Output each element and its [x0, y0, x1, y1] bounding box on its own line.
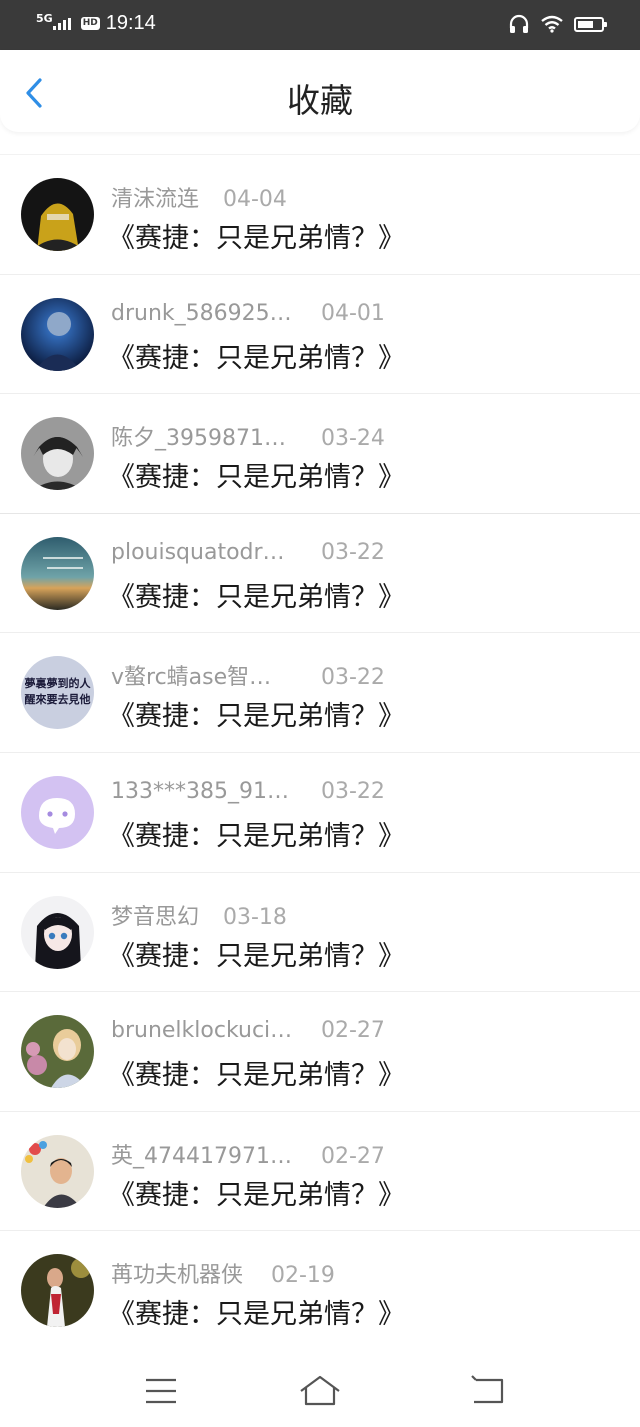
- avatar[interactable]: [21, 895, 94, 969]
- menu-button[interactable]: [139, 1374, 183, 1408]
- favorites-list: 清沫流连 04-04 《赛捷：只是兄弟情？》 drunk_586925… 04-…: [0, 154, 640, 1350]
- post-title[interactable]: 《赛捷：只是兄弟情？》: [108, 1053, 405, 1092]
- list-item[interactable]: drunk_586925… 04-01 《赛捷：只是兄弟情？》: [0, 273, 640, 394]
- status-bar-left: 5G HD 19:14: [36, 12, 156, 35]
- post-title[interactable]: 《赛捷：只是兄弟情？》: [108, 1292, 405, 1331]
- username: brunelklockuci…: [111, 1018, 293, 1044]
- date: 03-24: [321, 426, 385, 452]
- date: 03-22: [321, 665, 385, 691]
- username: 梦音思幻: [111, 904, 200, 930]
- username: 陈夕_3959871…: [111, 426, 286, 452]
- item-meta: v螯rc蜻ase智… 03-22: [111, 659, 385, 691]
- avatar-text: 夢裏夢到的人 醒來要去見他: [24, 677, 91, 707]
- date: 02-19: [271, 1263, 335, 1289]
- avatar[interactable]: [21, 1134, 94, 1208]
- post-title[interactable]: 《赛捷：只是兄弟情？》: [108, 455, 405, 494]
- wifi-icon: [541, 15, 563, 33]
- item-meta: 苒功夫机器侠 02-19: [111, 1257, 335, 1289]
- list-item[interactable]: 梦音思幻 03-18 《赛捷：只是兄弟情？》: [0, 871, 640, 992]
- list-item[interactable]: 陈夕_3959871… 03-24 《赛捷：只是兄弟情？》: [0, 393, 640, 513]
- item-meta: 梦音思幻 03-18: [111, 899, 287, 931]
- avatar[interactable]: [21, 536, 94, 610]
- back-icon: [471, 1375, 504, 1404]
- list-item[interactable]: 夢裏夢到的人 醒來要去見他 v螯rc蜻ase智… 03-22 《赛捷：只是兄弟情…: [0, 632, 640, 752]
- post-title[interactable]: 《赛捷：只是兄弟情？》: [108, 694, 405, 733]
- list-item[interactable]: 苒功夫机器侠 02-19 《赛捷：只是兄弟情？》: [0, 1230, 640, 1350]
- status-bar-right: [508, 14, 607, 34]
- list-item[interactable]: plouisquatodr… 03-22 《赛捷：只是兄弟情？》: [0, 512, 640, 633]
- avatar[interactable]: 夢裏夢到的人 醒來要去見他: [21, 656, 94, 730]
- headphones-icon: [509, 14, 529, 33]
- list-item[interactable]: 133***385_91… 03-22 《赛捷：只是兄弟情？》: [0, 751, 640, 872]
- home-button[interactable]: [298, 1374, 342, 1408]
- date: 03-18: [223, 904, 287, 930]
- post-title[interactable]: 《赛捷：只是兄弟情？》: [108, 934, 405, 973]
- list-item[interactable]: 英_474417971… 02-27 《赛捷：只是兄弟情？》: [0, 1110, 640, 1231]
- status-bar: 5G HD 19:14: [0, 0, 640, 50]
- signal-icon: [52, 17, 71, 30]
- date: 04-01: [321, 300, 385, 326]
- avatar[interactable]: [21, 775, 94, 849]
- list-item[interactable]: brunelklockuci… 02-27 《赛捷：只是兄弟情？》: [0, 991, 640, 1111]
- username: 清沫流连: [111, 187, 200, 212]
- username: drunk_586925…: [111, 300, 292, 326]
- date: 02-27: [321, 1018, 385, 1044]
- avatar[interactable]: [21, 178, 94, 251]
- item-meta: plouisquatodr… 03-22: [111, 540, 385, 565]
- date: 02-27: [321, 1143, 385, 1169]
- username: plouisquatodr…: [111, 539, 285, 565]
- item-meta: 清沫流连 04-04: [111, 181, 287, 213]
- username: 133***385_91…: [111, 778, 289, 804]
- avatar[interactable]: [21, 417, 94, 491]
- username: v螯rc蜻ase智…: [111, 665, 272, 691]
- avatar[interactable]: [21, 297, 94, 371]
- date: 03-22: [321, 539, 385, 565]
- network-type: 5G: [36, 12, 53, 25]
- post-title[interactable]: 《赛捷：只是兄弟情？》: [108, 575, 405, 614]
- home-icon: [300, 1375, 340, 1406]
- hd-badge: HD: [80, 17, 100, 30]
- username: 苒功夫机器侠: [111, 1263, 244, 1289]
- menu-icon: [146, 1378, 176, 1404]
- top-bar: 收藏: [0, 50, 640, 132]
- clock: 19:14: [105, 12, 156, 34]
- item-meta: 英_474417971… 02-27: [111, 1138, 385, 1170]
- back-nav-button[interactable]: [466, 1374, 510, 1408]
- system-nav-bar: [0, 1352, 640, 1427]
- battery-icon: [574, 16, 607, 32]
- post-title[interactable]: 《赛捷：只是兄弟情？》: [108, 1173, 405, 1212]
- item-meta: 133***385_91… 03-22: [111, 779, 385, 804]
- date: 04-04: [223, 187, 287, 212]
- post-title[interactable]: 《赛捷：只是兄弟情？》: [108, 814, 405, 853]
- list-item[interactable]: 清沫流连 04-04 《赛捷：只是兄弟情？》: [0, 154, 640, 274]
- item-meta: 陈夕_3959871… 03-24: [111, 420, 385, 452]
- avatar[interactable]: [21, 1015, 94, 1089]
- page-title: 收藏: [287, 81, 353, 120]
- date: 03-22: [321, 778, 385, 804]
- username: 英_474417971…: [111, 1143, 292, 1169]
- post-title[interactable]: 《赛捷：只是兄弟情？》: [108, 216, 405, 255]
- post-title[interactable]: 《赛捷：只是兄弟情？》: [108, 336, 405, 375]
- item-meta: brunelklockuci… 02-27: [111, 1018, 385, 1043]
- item-meta: drunk_586925… 04-01: [111, 301, 385, 326]
- avatar[interactable]: [21, 1254, 94, 1328]
